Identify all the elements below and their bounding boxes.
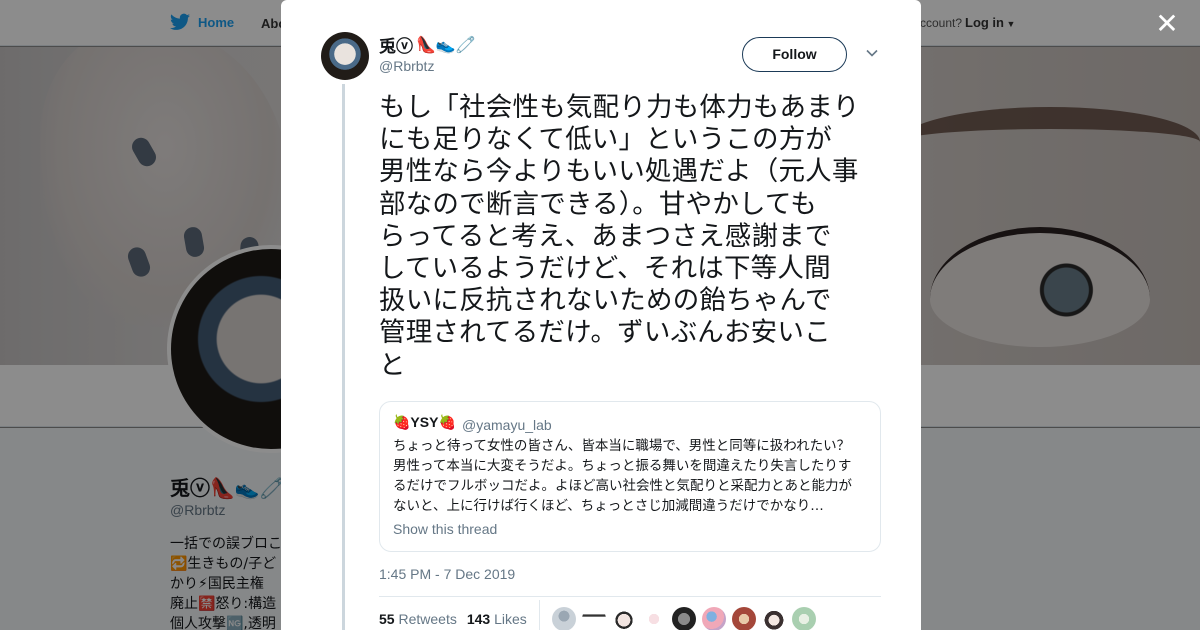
retweets-stat[interactable]: 55 Retweets — [379, 611, 457, 627]
retweets-label: Retweets — [398, 611, 457, 627]
show-thread-link[interactable]: Show this thread — [393, 521, 497, 537]
chevron-down-icon[interactable] — [865, 46, 879, 60]
author-avatar[interactable] — [321, 32, 369, 80]
divider — [379, 596, 881, 597]
quoted-tweet[interactable]: 🍓YSY🍓 @yamayu_lab ちょっと待って女性の皆さん、皆本当に職場で、… — [379, 401, 881, 552]
liker-avatar[interactable] — [582, 607, 606, 630]
liker-avatar[interactable] — [672, 607, 696, 630]
stats-divider — [539, 600, 540, 630]
liker-avatar[interactable] — [552, 607, 576, 630]
quoted-author-name: 🍓YSY🍓 — [393, 414, 456, 430]
liker-avatar[interactable] — [762, 607, 786, 630]
quoted-tweet-text: ちょっと待って女性の皆さん、皆本当に職場で、男性と同等に扱われたい？ 男性って本… — [393, 438, 852, 514]
liker-avatar[interactable] — [732, 607, 756, 630]
retweets-count: 55 — [379, 611, 395, 627]
likes-stat[interactable]: 143 Likes — [467, 611, 527, 627]
likes-label: Likes — [494, 611, 527, 627]
liker-avatars — [552, 607, 816, 630]
author-name[interactable]: 兎ⓥ 👠👟🧷 — [379, 32, 476, 57]
author-handle[interactable]: @Rbrbtz — [379, 58, 434, 74]
tweet-stats: 55 Retweets 143 Likes — [379, 611, 527, 627]
author-name-emoji: 👠👟🧷 — [416, 36, 476, 54]
liker-avatar[interactable] — [792, 607, 816, 630]
liker-avatar[interactable] — [642, 607, 666, 630]
follow-button[interactable]: Follow — [742, 37, 847, 72]
likes-count: 143 — [466, 611, 491, 627]
thread-connector-line — [342, 84, 345, 630]
liker-avatar[interactable] — [612, 607, 636, 630]
quoted-author-handle: @yamayu_lab — [462, 417, 552, 433]
tweet-text: もし「社会性も気配り力も体力もあまり にも足りなくて低い」というこの方が 男性な… — [379, 92, 860, 381]
close-icon[interactable]: ✕ — [1155, 10, 1179, 38]
liker-avatar[interactable] — [702, 607, 726, 630]
tweet-modal: 兎ⓥ 👠👟🧷 @Rbrbtz Follow もし「社会性も気配り力も体力もあまり… — [281, 0, 921, 630]
tweet-timestamp[interactable]: 1:45 PM - 7 Dec 2019 — [379, 566, 515, 582]
author-name-text: 兎ⓥ — [379, 37, 413, 56]
